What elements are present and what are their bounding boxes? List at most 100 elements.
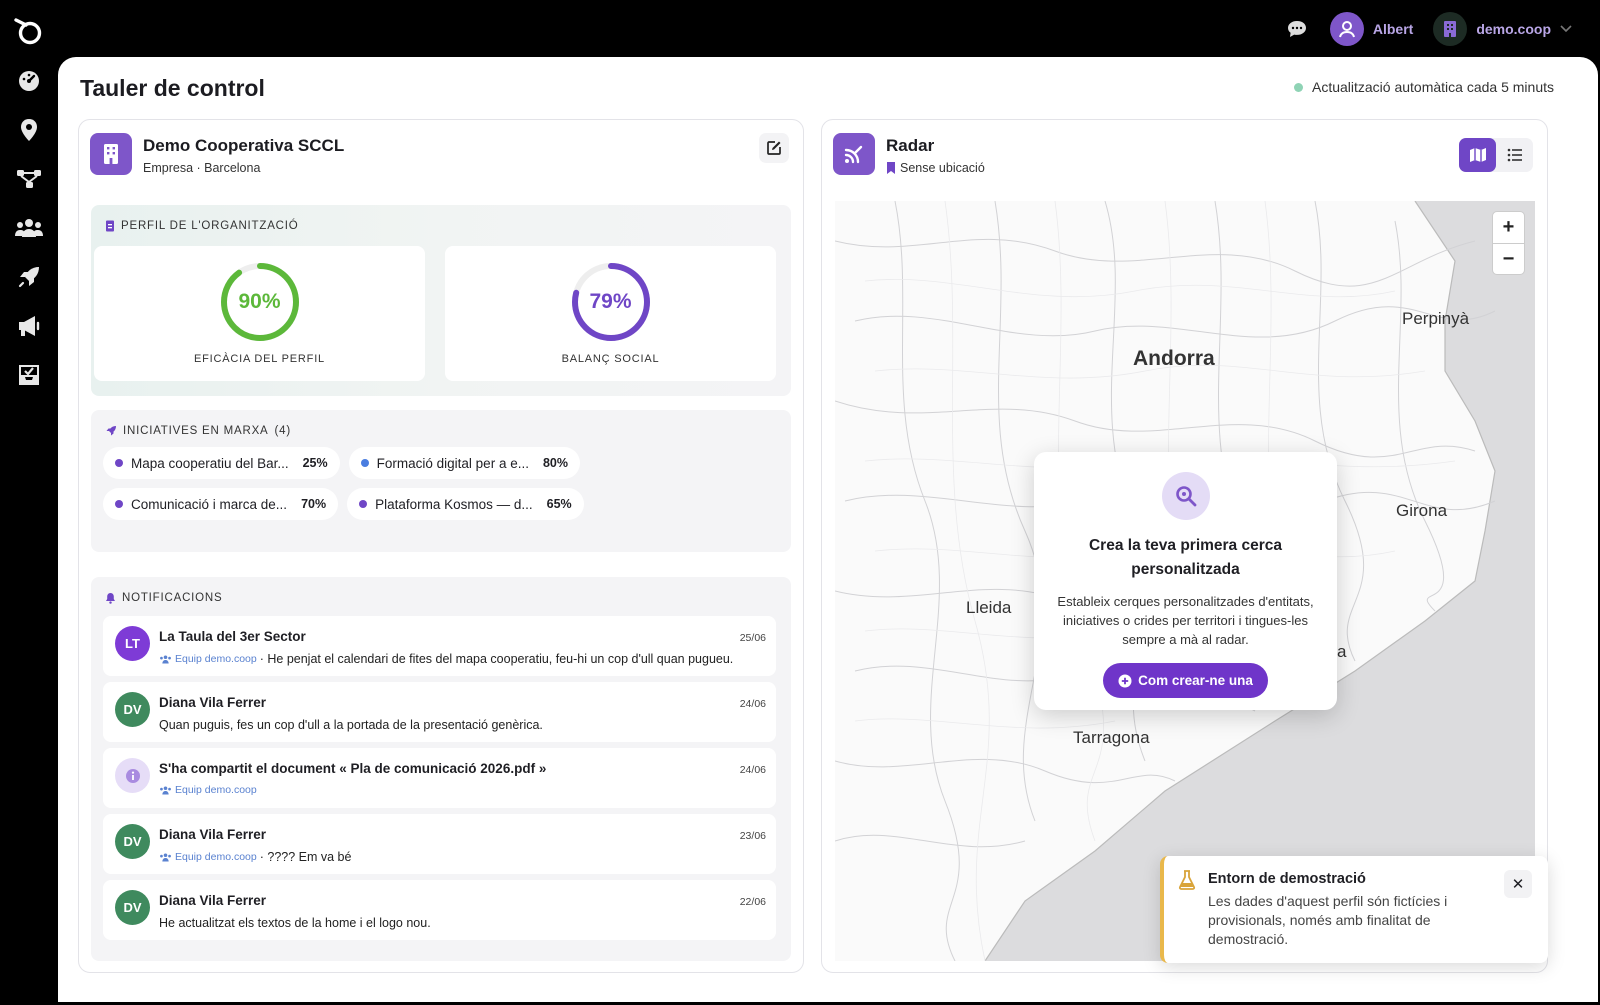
map-label-partial: a <box>1337 642 1347 661</box>
status-dot <box>359 500 368 508</box>
bell-icon <box>106 593 115 604</box>
team-tag[interactable]: Equip demo.coop <box>159 851 257 863</box>
edit-button[interactable] <box>759 133 789 163</box>
initiative-chip[interactable]: Plataforma Kosmos — d... 65% <box>347 488 584 520</box>
radar-map[interactable]: + − Perpinyà Andorra Girona Lleida Tarra… <box>835 201 1535 961</box>
users-icon <box>160 654 171 664</box>
profile-section: Perfil de l'organització 90% Eficàcia de… <box>91 205 791 396</box>
zoom-out-button[interactable]: − <box>1493 243 1524 274</box>
notification-body: He actualitzat els textos de la home i e… <box>159 916 431 930</box>
organization-card: Demo Cooperativa SCCL Empresa · Barcelon… <box>78 119 804 973</box>
notification-item[interactable]: DV Diana Vila Ferrer 22/06 He actualitza… <box>103 880 776 940</box>
map-label-tarragona: Tarragona <box>1073 728 1150 747</box>
map-label-lleida: Lleida <box>966 598 1012 617</box>
chevron-down-icon <box>1560 25 1572 33</box>
users-icon[interactable] <box>14 213 44 243</box>
initiative-chip[interactable]: Comunicació i marca de... 70% <box>103 488 339 520</box>
org-name: demo.coop <box>1476 21 1551 37</box>
radar-card: Radar Sense ubicació + − Perpinyà Andorr… <box>821 119 1548 973</box>
close-button[interactable]: ✕ <box>1504 870 1532 898</box>
gauge-label: Balanç social <box>561 353 660 365</box>
notifications-section-label: Notificacions <box>105 592 223 604</box>
initiatives-list: Mapa cooperatiu del Bar... 25% Formació d… <box>103 447 603 520</box>
initiative-chip[interactable]: Formació digital per a e... 80% <box>348 447 580 479</box>
notification-body: Equip demo.coop · He penjat el calendari… <box>159 652 733 666</box>
status-dot <box>115 500 123 508</box>
flask-icon <box>1178 870 1196 890</box>
team-tag[interactable]: Equip demo.coop <box>159 784 257 796</box>
notification-item[interactable]: DV Diana Vila Ferrer 23/06 Equip demo.co… <box>103 814 776 874</box>
radar-header: Radar Sense ubicació <box>833 133 985 175</box>
empty-search-dialog: Crea la teva primera cerca personalitzad… <box>1034 452 1337 710</box>
users-icon <box>160 785 171 795</box>
status-dot <box>115 459 123 467</box>
users-icon <box>160 852 171 862</box>
notification-date: 23/06 <box>739 830 766 842</box>
notification-title: Diana Vila Ferrer <box>159 827 267 842</box>
profile-section-label: Perfil de l'organització <box>105 220 299 232</box>
notification-item[interactable]: DV Diana Vila Ferrer 24/06 Quan puguis, … <box>103 682 776 742</box>
dialog-text: Estableix cerques personalitzades d'enti… <box>1057 594 1314 647</box>
notification-title: S'ha compartit el document « Pla de comu… <box>159 761 547 776</box>
gauge-label: Eficàcia del perfil <box>194 353 325 365</box>
org-avatar <box>1433 12 1468 46</box>
status-dot <box>1293 82 1303 92</box>
gauge-profile-efficacy: 90% Eficàcia del perfil <box>94 246 425 381</box>
map-pin-icon[interactable] <box>14 115 44 145</box>
avatar: DV <box>115 890 150 925</box>
avatar: DV <box>115 824 150 859</box>
network-icon[interactable] <box>14 164 44 194</box>
notification-date: 24/06 <box>739 764 766 776</box>
rocket-icon <box>106 426 116 436</box>
notification-date: 25/06 <box>739 632 766 644</box>
user-menu[interactable]: Albert <box>1329 12 1414 46</box>
org-switcher[interactable]: demo.coop <box>1433 12 1572 46</box>
team-tag[interactable]: Equip demo.coop <box>159 653 257 665</box>
notifications-list: LT La Taula del 3er Sector 25/06 Equip d… <box>103 616 776 946</box>
initiatives-count: (4) <box>274 425 291 437</box>
initiatives-section-label: Iniciatives en marxa (4) <box>105 425 291 437</box>
gauge-value: 79% <box>589 290 632 313</box>
status-dot <box>360 459 369 467</box>
edit-icon <box>767 141 781 155</box>
notification-item[interactable]: LT La Taula del 3er Sector 25/06 Equip d… <box>103 616 776 676</box>
demo-environment-toast: Entorn de demostració Les dades d'aquest… <box>1160 856 1548 963</box>
dashboard-icon[interactable] <box>14 66 44 96</box>
megaphone-icon[interactable] <box>14 311 44 341</box>
initiative-chip[interactable]: Mapa cooperatiu del Bar... 25% <box>103 447 340 479</box>
notification-item[interactable]: S'ha compartit el document « Pla de comu… <box>103 748 776 808</box>
view-toggle <box>1459 138 1533 172</box>
organization-header: Demo Cooperativa SCCL Empresa · Barcelon… <box>90 133 344 175</box>
map-icon <box>1469 148 1486 162</box>
topbar-actions: Albert demo.coop <box>1284 10 1572 48</box>
map-label-girona: Girona <box>1396 501 1448 520</box>
notification-body: Equip demo.coop <box>159 784 257 796</box>
organization-name: Demo Cooperativa SCCL <box>143 136 345 155</box>
radar-title: Radar <box>886 136 935 155</box>
zoom-in-button[interactable]: + <box>1493 212 1524 243</box>
list-view-button[interactable] <box>1496 138 1533 172</box>
avatar: LT <box>115 626 150 661</box>
user-name: Albert <box>1372 21 1414 37</box>
chat-icon[interactable] <box>1284 16 1310 42</box>
notification-body: Equip demo.coop · ???? Em va bé <box>159 850 351 864</box>
list-icon <box>1507 148 1522 162</box>
radar-icon <box>833 133 875 175</box>
notification-body: Quan puguis, fes un cop d'ull a la porta… <box>159 718 543 732</box>
bookmark-icon <box>887 162 895 174</box>
notifications-section: Notificacions LT La Taula del 3er Sector… <box>91 577 791 961</box>
rocket-icon[interactable] <box>14 262 44 292</box>
toast-text: Les dades d'aquest perfil són fictícies … <box>1208 893 1448 947</box>
notification-title: La Taula del 3er Sector <box>159 629 306 644</box>
map-label-andorra: Andorra <box>1133 347 1215 370</box>
create-search-button[interactable]: Com crear-ne una <box>1103 663 1268 698</box>
map-view-button[interactable] <box>1459 138 1496 172</box>
gauge-social-balance: 79% Balanç social <box>445 246 776 381</box>
page-title: Tauler de control <box>80 75 265 101</box>
app-logo-icon[interactable] <box>14 16 44 46</box>
inbox-icon[interactable] <box>14 360 44 390</box>
organization-subtitle: Empresa · Barcelona <box>143 161 261 175</box>
auto-update-text: Actualització automàtica cada 5 minuts <box>1311 79 1554 95</box>
initiatives-section: Iniciatives en marxa (4) Mapa cooperatiu… <box>91 410 791 552</box>
user-avatar <box>1329 12 1364 46</box>
